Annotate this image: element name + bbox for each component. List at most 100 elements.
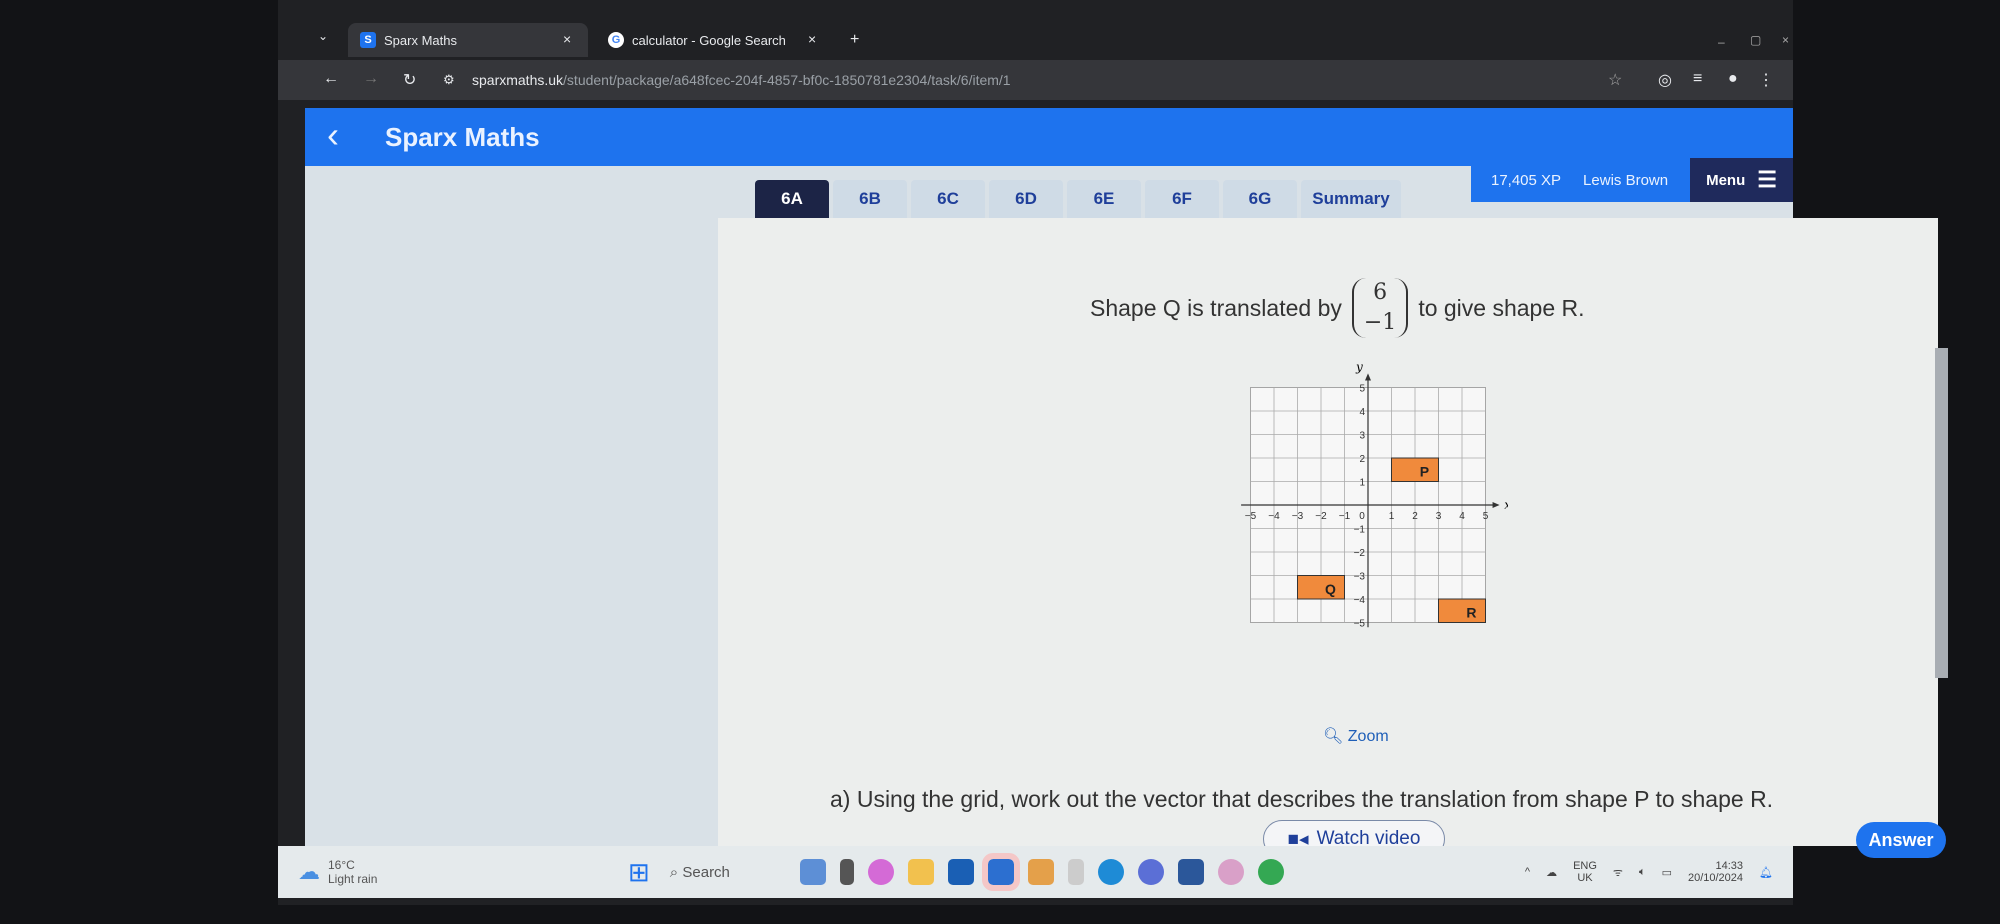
close-tab-icon[interactable]: × — [808, 31, 816, 47]
back-chevron-icon[interactable]: ‹ — [327, 114, 339, 156]
back-icon[interactable]: ← — [323, 70, 339, 88]
weather-desc: Light rain — [328, 872, 378, 886]
app-icon-widgets[interactable] — [799, 859, 826, 885]
task-tab-6b[interactable]: 6B — [833, 180, 907, 218]
task-tab-summary[interactable]: Summary — [1301, 180, 1401, 218]
task-tab-6g[interactable]: 6G — [1223, 180, 1297, 218]
bookmark-star-icon[interactable]: ☆ — [1608, 70, 1622, 90]
y-tick-label: 2 — [1359, 454, 1365, 465]
forward-icon[interactable]: → — [363, 70, 379, 88]
tab-sparx[interactable]: S Sparx Maths × — [348, 23, 588, 57]
onedrive-icon[interactable]: ☁ — [1546, 866, 1557, 879]
y-tick-label: −2 — [1354, 548, 1366, 559]
maximize-icon[interactable]: ▢ — [1750, 33, 1761, 47]
y-tick-label: −5 — [1354, 619, 1366, 630]
zoom-link[interactable]: 🔍︎ Zoom — [1323, 726, 1389, 746]
minimize-icon[interactable]: – — [1718, 35, 1725, 49]
task-tab-6e[interactable]: 6E — [1067, 180, 1141, 218]
y-tick-label: −4 — [1354, 595, 1366, 606]
vector-top: 6 — [1373, 280, 1388, 305]
menu-button[interactable]: Menu ☰ — [1690, 158, 1793, 202]
rain-cloud-icon: ☁ — [298, 859, 320, 884]
clock[interactable]: 14:33 20/10/2024 — [1688, 860, 1743, 884]
close-tab-icon[interactable]: × — [563, 31, 571, 47]
tab-google[interactable]: G calculator - Google Search × — [608, 23, 828, 57]
date: 20/10/2024 — [1687, 872, 1744, 884]
shape-q — [1297, 575, 1345, 600]
task-tab-6a[interactable]: 6A — [755, 180, 829, 218]
x-tick-label: 2 — [1412, 511, 1418, 522]
language-indicator[interactable]: ENG UK — [1573, 860, 1597, 884]
app-icon-misc[interactable] — [1067, 859, 1084, 885]
weather-widget[interactable]: ☁ 16°C Light rain — [298, 858, 628, 886]
laptop-screen: ⌄ S Sparx Maths × G calculator - Google … — [278, 0, 1948, 905]
profile-icon[interactable]: ● — [1728, 70, 1738, 88]
media-icon[interactable]: ≡ — [1693, 70, 1702, 88]
app-icon-game[interactable] — [1027, 859, 1054, 885]
shape-p — [1391, 457, 1439, 482]
x-tick-label: −1 — [1339, 511, 1351, 522]
app-icon-copilot-2[interactable] — [1137, 859, 1164, 885]
shape-r — [1438, 598, 1486, 623]
x-tick-label: 5 — [1483, 511, 1489, 522]
chrome-icon[interactable] — [1257, 859, 1284, 885]
app-icon-l[interactable] — [947, 859, 974, 885]
windows-start-icon[interactable]: ⊞ — [628, 857, 650, 888]
word-icon[interactable] — [1177, 859, 1204, 885]
task-tab-6c[interactable]: 6C — [911, 180, 985, 218]
notification-bell-icon[interactable]: 🔔︎ — [1759, 866, 1773, 879]
pinned-apps — [799, 853, 1284, 891]
app-icon-copilot[interactable] — [867, 859, 894, 885]
zoom-magnifier-icon: 🔍︎ — [1323, 728, 1344, 745]
y-tick-label: −3 — [1354, 572, 1366, 583]
x-tick-label: 1 — [1389, 511, 1395, 522]
tab-title: calculator - Google Search — [632, 32, 786, 48]
search-icon: ⌕ — [669, 863, 679, 881]
y-tick-label: −1 — [1354, 525, 1366, 536]
y-tick-label: 3 — [1359, 431, 1365, 442]
x-tick-label: −3 — [1292, 511, 1304, 522]
url-field[interactable]: sparxmaths.uk/student/package/a648fcec-2… — [472, 72, 1011, 88]
search-label: Search — [682, 863, 730, 881]
x-tick-label: −4 — [1268, 511, 1280, 522]
edge-icon[interactable] — [1097, 859, 1124, 885]
extension-icon[interactable]: ◎ — [1658, 70, 1672, 90]
task-tab-6f[interactable]: 6F — [1145, 180, 1219, 218]
battery-icon[interactable]: ▭ — [1662, 866, 1672, 879]
taskbar: ☁ 16°C Light rain ⊞ ⌕ Search ^ ☁ ENG UK ᯤ … — [278, 846, 1793, 898]
app-icon-task-view[interactable] — [839, 859, 854, 885]
part-a-text: a) Using the grid, work out the vector t… — [830, 786, 1774, 812]
app-title: Sparx Maths — [385, 122, 540, 152]
taskbar-search[interactable]: ⌕ Search — [670, 864, 790, 881]
y-axis-arrow — [1365, 373, 1371, 381]
y-tick-label: 4 — [1359, 407, 1365, 418]
folder-icon[interactable] — [907, 859, 934, 885]
reload-icon[interactable]: ↻ — [403, 70, 416, 90]
x-axis-label: x — [1504, 498, 1508, 512]
photos-icon[interactable] — [1217, 859, 1244, 885]
app-icon-store[interactable] — [981, 853, 1020, 891]
shape-label-p: P — [1420, 464, 1429, 480]
y-tick-label: 5 — [1359, 384, 1365, 395]
x-tick-label: 3 — [1436, 511, 1442, 522]
wifi-icon[interactable]: ᯤ — [1613, 865, 1623, 880]
x-tick-label: −2 — [1315, 511, 1327, 522]
task-tab-6d[interactable]: 6D — [989, 180, 1063, 218]
more-icon[interactable]: ⋮ — [1758, 70, 1774, 90]
scrollbar[interactable] — [1935, 348, 1948, 678]
site-info-icon[interactable]: ⚙ — [443, 72, 455, 88]
new-tab-icon[interactable]: + — [850, 31, 859, 49]
tab-strip: ⌄ S Sparx Maths × G calculator - Google … — [278, 15, 1793, 60]
lang: ENG — [1573, 860, 1597, 872]
close-window-icon[interactable]: × — [1782, 33, 1789, 47]
answer-button[interactable]: Answer — [1856, 822, 1946, 858]
volume-icon[interactable]: 🔈︎ — [1639, 866, 1646, 879]
question-intro: Shape Q is translated by — [1090, 294, 1342, 321]
question-text: Shape Q is translated by 6 −1 to give sha… — [1090, 278, 1585, 338]
x-tick-label: −5 — [1245, 511, 1257, 522]
tab-search-icon[interactable]: ⌄ — [318, 29, 328, 43]
region: UK — [1577, 872, 1593, 884]
tray-overflow-icon[interactable]: ^ — [1525, 866, 1530, 878]
vector-bottom: −1 — [1363, 310, 1397, 335]
coordinate-grid: P Q Rx y −5 −4 −3 −2 −1 0 1 2 3 4 5 −5 −4 −3 −2 −1 1 2 3 4 5 — [1241, 360, 1508, 630]
